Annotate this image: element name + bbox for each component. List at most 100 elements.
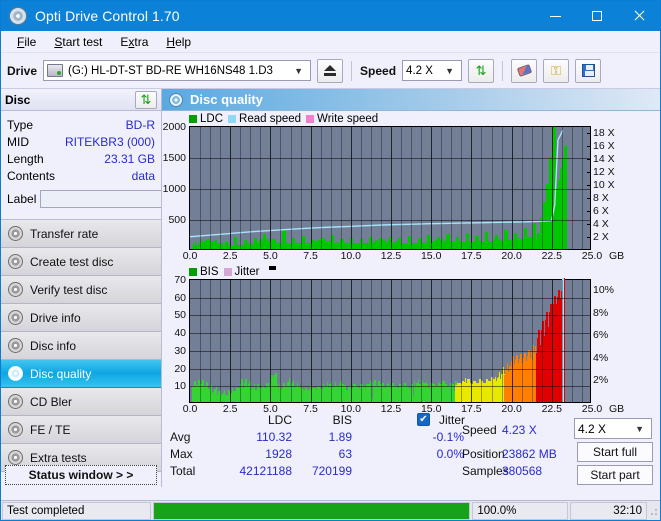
stats-row-max-label: Max xyxy=(170,447,193,461)
y-tick: 40 xyxy=(174,327,186,340)
x-tick: 5.0 xyxy=(263,250,278,262)
sidebar-item-transfer-rate[interactable]: Transfer rate xyxy=(1,220,161,248)
x-tick: 22.5 xyxy=(541,250,563,262)
axis-tick xyxy=(587,171,591,173)
drive-label: Drive xyxy=(7,63,38,78)
stats-avg-bis: 1.89 xyxy=(328,430,352,444)
grid-line xyxy=(310,127,312,249)
app-icon xyxy=(9,7,27,25)
position-stat-label: Position xyxy=(462,447,505,461)
grid-line xyxy=(340,127,342,249)
drive-info-icon xyxy=(8,310,23,325)
disc-mid-label: MID xyxy=(7,134,29,149)
menu-file-rest: ile xyxy=(24,34,37,49)
resize-grip-icon[interactable] xyxy=(648,505,658,516)
ldc-plot[interactable] xyxy=(189,126,591,250)
close-button[interactable] xyxy=(618,1,660,31)
sidebar-item-verify-test-disc[interactable]: Verify test disc xyxy=(1,276,161,304)
drive-select[interactable]: (G:) HL-DT-ST BD-RE WH16NS48 1.D3 ▼ xyxy=(43,60,312,81)
y-tick: 20 xyxy=(174,362,186,375)
grid-line xyxy=(190,350,590,352)
grid-line xyxy=(220,127,222,249)
stats-max-jitter: 0.0% xyxy=(436,447,464,461)
eject-button[interactable] xyxy=(317,58,344,83)
disc-type-label: Type xyxy=(7,117,34,132)
stats-row-total-label: Total xyxy=(170,464,196,478)
sidebar-item-fe-te[interactable]: FE / TE xyxy=(1,416,161,444)
app-window: Opti Drive Control 1.70 File Start test … xyxy=(0,0,661,521)
jitter-checkbox[interactable]: ✔ xyxy=(417,413,430,426)
status-window-button[interactable]: Status window > > xyxy=(5,465,157,485)
disc-contents-label: Contents xyxy=(7,168,56,183)
drive-select-value: (G:) HL-DT-ST BD-RE WH16NS48 1.D3 xyxy=(68,64,273,77)
legend-ldc: LDC xyxy=(189,113,223,125)
bis-jitter-axis: 2% 4% 6% 8% 10% xyxy=(591,279,624,403)
sidebar-item-label: Create test disc xyxy=(30,254,114,269)
sidebar-item-drive-info[interactable]: Drive info xyxy=(1,304,161,332)
stats-row-avg-label: Avg xyxy=(170,430,191,444)
y-tick: 1500 xyxy=(162,152,186,164)
erase-button[interactable] xyxy=(511,58,538,83)
x-tick: 25.0 xyxy=(581,250,603,262)
grid-line xyxy=(370,127,372,249)
minimize-button[interactable] xyxy=(534,1,576,31)
legend-swatch xyxy=(189,268,197,276)
disc-type-value: BD-R xyxy=(125,117,155,132)
result-speed-select[interactable]: 4.2 X ▼ xyxy=(574,418,652,439)
bis-y-axis: 10 20 30 40 50 60 70 xyxy=(162,274,189,403)
grid-line xyxy=(270,127,272,249)
page-title: Disc quality xyxy=(190,92,263,107)
legend-swatch xyxy=(228,115,237,123)
transfer-rate-icon xyxy=(8,226,23,241)
y-tick: 30 xyxy=(174,344,186,357)
close-icon xyxy=(633,10,645,22)
sidebar-item-disc-quality[interactable]: Disc quality xyxy=(1,360,161,388)
stats-max-bis: 63 xyxy=(338,447,352,461)
save-button[interactable] xyxy=(575,58,602,83)
sidebar-item-create-test-disc[interactable]: Create test disc xyxy=(1,248,161,276)
progress-bar xyxy=(152,501,471,520)
disc-refresh-button[interactable]: ⇅ xyxy=(135,90,157,109)
jitter-tick: 10% xyxy=(593,284,615,297)
speed-tick: 2 X xyxy=(593,230,609,243)
disc-label-row: Label xyxy=(7,187,212,211)
extra-tests-icon xyxy=(8,450,23,465)
speed-tick: 18 X xyxy=(593,126,615,139)
start-part-button[interactable]: Start part xyxy=(577,465,653,485)
grid-line xyxy=(260,127,262,249)
legend-swatch xyxy=(223,268,232,276)
menu-extra[interactable]: Extra xyxy=(112,33,156,51)
result-speed-value: 4.2 X xyxy=(578,421,607,436)
bar xyxy=(563,278,566,402)
menu-start-test[interactable]: Start test xyxy=(46,33,110,51)
y-tick: 500 xyxy=(168,214,186,226)
grid-line xyxy=(210,127,212,249)
create-test-disc-icon xyxy=(8,254,23,269)
bis-plot[interactable] xyxy=(189,278,591,403)
sidebar-item-cd-bler[interactable]: CD Bler xyxy=(1,388,161,416)
axis-tick xyxy=(587,184,591,186)
start-full-button[interactable]: Start full xyxy=(577,442,653,462)
grid-line xyxy=(431,127,433,249)
menu-help[interactable]: Help xyxy=(158,33,199,51)
bis-plot-row: 10 20 30 40 50 60 70 2% 4% 6% 8% 10% xyxy=(162,274,660,403)
speed-select[interactable]: 4.2 X ▼ xyxy=(402,60,463,81)
grid-line xyxy=(230,127,232,249)
position-stat-value: 23862 MB xyxy=(502,447,557,461)
keys-button[interactable]: ⚿ xyxy=(543,58,570,83)
y-tick: 10 xyxy=(174,380,186,393)
sidebar-item-label: Verify test disc xyxy=(30,282,108,297)
sidebar-item-disc-info[interactable]: Disc info xyxy=(1,332,161,360)
axis-tick xyxy=(587,210,591,212)
speed-tick: 8 X xyxy=(593,191,609,204)
grid-line xyxy=(190,386,590,388)
grid-line xyxy=(501,127,503,249)
ldc-speed-axis: 2 X4 X6 X8 X 10 X 12 X 14 X 16 X 18 X xyxy=(587,126,624,250)
speed-tick: 10 X xyxy=(593,178,615,191)
grid-line xyxy=(461,127,463,249)
maximize-button[interactable] xyxy=(576,1,618,31)
grid-line xyxy=(521,127,523,249)
legend-jitter: Jitter xyxy=(223,266,259,278)
menu-file[interactable]: File xyxy=(9,33,44,51)
refresh-button[interactable]: ⇅ xyxy=(468,58,495,83)
